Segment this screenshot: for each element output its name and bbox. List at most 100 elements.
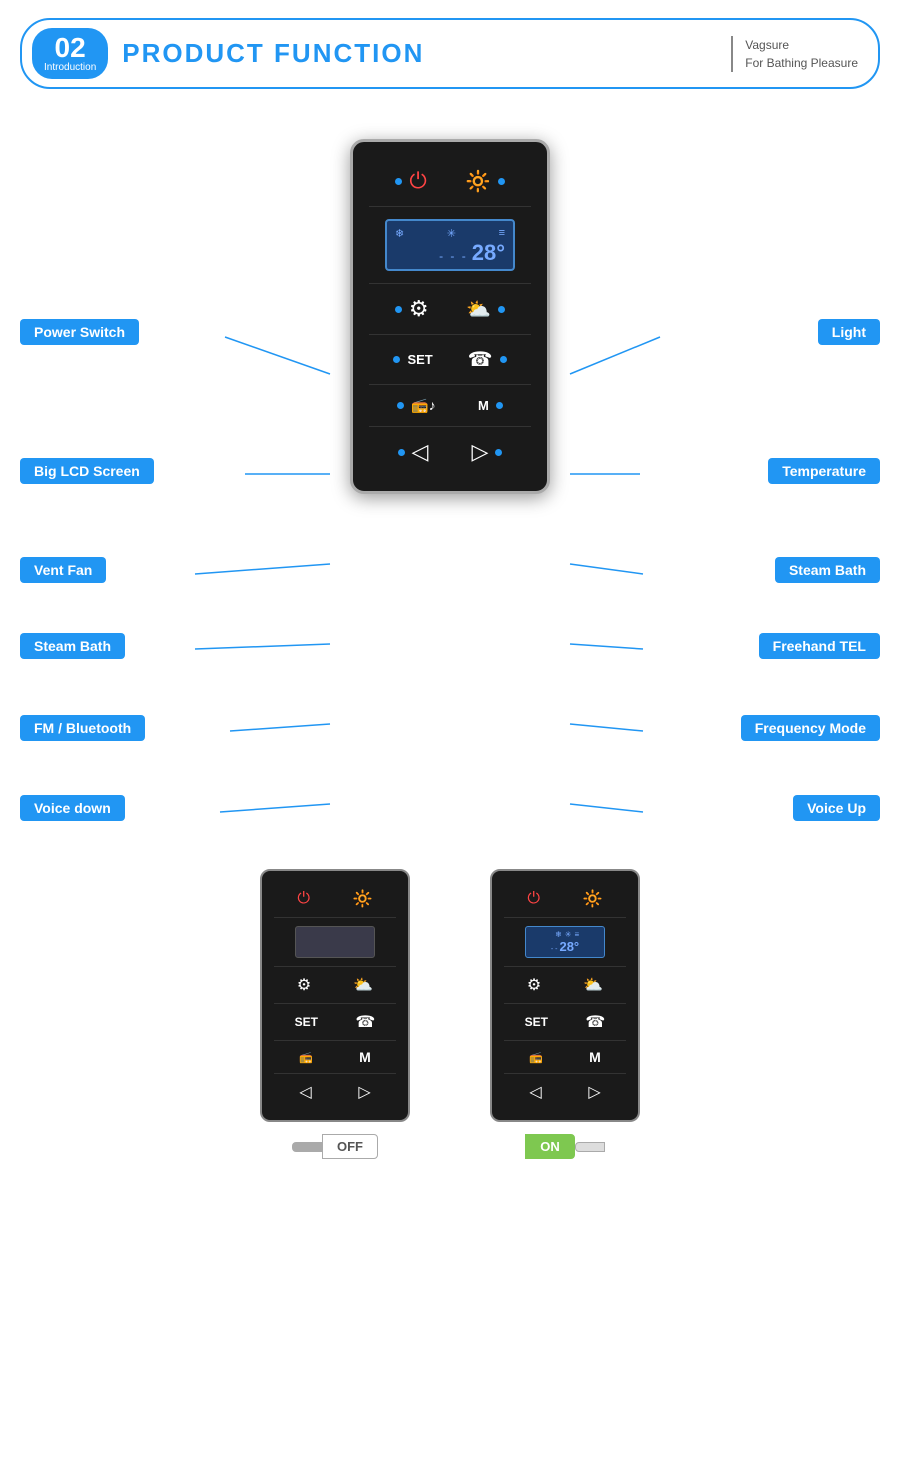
brand-info: Vagsure For Bathing Pleasure xyxy=(731,36,858,72)
mini-lcd-snowflake: ❄ xyxy=(555,930,562,939)
mini-row-fm-m-off: 📻 M xyxy=(274,1041,396,1074)
mini-row-fan-steam-on: ⚙ ⛅ xyxy=(504,967,626,1004)
vol-down-icon-cell: ◁ xyxy=(395,439,429,465)
mini-row-power-light-on: ⏻ 🔆 xyxy=(504,881,626,918)
mini-set-label-on: SET xyxy=(525,1015,548,1029)
tel-dot xyxy=(500,356,507,363)
label-big-lcd-screen: Big LCD Screen xyxy=(20,458,154,484)
steam-dot xyxy=(498,306,505,313)
mini-steam-icon-on: ⛅ xyxy=(583,975,603,995)
toggle-off-state[interactable] xyxy=(292,1142,322,1152)
mini-row-set-tel-off: SET ☎ xyxy=(274,1004,396,1041)
page-header: 02 Introduction PRODUCT FUNCTION Vagsure… xyxy=(20,18,880,89)
label-steam-bath-right: Steam Bath xyxy=(775,557,880,583)
mini-row-fm-m-on: 📻 M xyxy=(504,1041,626,1074)
m-button-cell: M xyxy=(478,398,506,413)
vol-up-icon-cell: ▷ xyxy=(472,439,506,465)
mini-vol-down-off: ◁ xyxy=(299,1082,311,1102)
section-badge: 02 Introduction xyxy=(32,28,108,79)
page-title: PRODUCT FUNCTION xyxy=(122,38,717,69)
fan-dot xyxy=(395,306,402,313)
mini-lcd-on: ❄ ✳ ≡ - - 28° xyxy=(525,926,605,958)
mini-panel-on: ⏻ 🔆 ❄ ✳ ≡ - - 28° xyxy=(490,869,640,1122)
mini-panel-off: ⏻ 🔆 ⚙ ⛅ SET ☎ 📻 M ◁ xyxy=(260,869,410,1122)
mini-light-icon-on: 🔆 xyxy=(583,889,603,909)
device-off-wrap: ⏻ 🔆 ⚙ ⛅ SET ☎ 📻 M ◁ xyxy=(260,869,410,1159)
lcd-display: ❄ ✳ ≡ - - - 28° xyxy=(385,219,515,271)
vol-up-dot xyxy=(495,449,502,456)
m-dot xyxy=(496,402,503,409)
brand-tagline: For Bathing Pleasure xyxy=(745,54,858,72)
mini-row-lcd-on: ❄ ✳ ≡ - - 28° xyxy=(504,918,626,967)
label-power-switch: Power Switch xyxy=(20,319,139,345)
lcd-temperature: 28° xyxy=(472,242,505,264)
light-icon-cell: 🔆 xyxy=(466,169,508,194)
mini-m-label-on: M xyxy=(589,1049,601,1065)
toggle-off-label[interactable]: OFF xyxy=(322,1134,378,1159)
bottom-devices-section: ⏻ 🔆 ⚙ ⛅ SET ☎ 📻 M ◁ xyxy=(0,869,900,1159)
label-steam-bath-left: Steam Bath xyxy=(20,633,125,659)
mini-fm-icon-on: 📻 xyxy=(529,1051,543,1064)
section-number: 02 xyxy=(55,34,86,62)
label-light: Light xyxy=(818,319,880,345)
mini-lcd-lines: ≡ xyxy=(574,930,579,939)
label-freehand-tel: Freehand TEL xyxy=(759,633,880,659)
mini-row-vol-on: ◁ ▷ xyxy=(504,1074,626,1110)
toggle-on-wrap[interactable]: ON xyxy=(525,1134,605,1159)
vol-down-dot xyxy=(398,449,405,456)
mini-steam-icon-off: ⛅ xyxy=(353,975,373,995)
mini-vol-up-off: ▷ xyxy=(358,1082,370,1102)
mini-fm-icon-off: 📻 xyxy=(299,1051,313,1064)
mini-light-icon-off: 🔆 xyxy=(353,889,373,909)
label-voice-down: Voice down xyxy=(20,795,125,821)
volume-down-icon: ◁ xyxy=(412,439,429,465)
mini-power-icon-off: ⏻ xyxy=(297,890,310,908)
set-button-cell: SET xyxy=(390,352,432,367)
mini-vol-up-on: ▷ xyxy=(588,1082,600,1102)
toggle-off-wrap[interactable]: OFF xyxy=(292,1134,378,1159)
label-voice-up: Voice Up xyxy=(793,795,880,821)
panel-row-volume: ◁ ▷ xyxy=(369,427,531,477)
label-vent-fan: Vent Fan xyxy=(20,557,106,583)
mini-m-label-off: M xyxy=(359,1049,371,1065)
set-label: SET xyxy=(407,352,432,367)
fm-bluetooth-icon: 📻♪ xyxy=(411,397,435,414)
set-dot xyxy=(393,356,400,363)
lcd-snowflake-icon: ❄ xyxy=(395,227,404,240)
main-device-panel: ⏻ 🔆 ❄ ✳ ≡ - - - 28° xyxy=(350,139,550,494)
lcd-lines-icon: ≡ xyxy=(499,227,505,240)
section-sub: Introduction xyxy=(44,62,96,73)
toggle-on-label[interactable]: ON xyxy=(525,1134,575,1159)
tel-icon-cell: ☎ xyxy=(468,347,510,372)
toggle-on-state[interactable] xyxy=(575,1142,605,1152)
fm-bluetooth-icon-cell: 📻♪ xyxy=(394,397,435,414)
panel-row-fm-m: 📻♪ M xyxy=(369,385,531,427)
mini-tel-icon-off: ☎ xyxy=(355,1012,375,1032)
brand-name: Vagsure xyxy=(745,36,858,54)
light-icon: 🔆 xyxy=(466,169,491,194)
vent-fan-icon-cell: ⚙ xyxy=(392,296,429,322)
fm-dot xyxy=(397,402,404,409)
mini-fan-icon-off: ⚙ xyxy=(297,975,311,995)
panel-row-power-light: ⏻ 🔆 xyxy=(369,156,531,207)
mini-set-label-off: SET xyxy=(295,1015,318,1029)
mini-power-icon-on: ⏻ xyxy=(527,890,540,908)
light-dot xyxy=(498,178,505,185)
mini-lcd-star: ✳ xyxy=(565,930,572,939)
mini-lcd-off xyxy=(295,926,375,958)
mini-lcd-temp: 28° xyxy=(559,939,579,954)
steam-bath-icon: ⛅ xyxy=(466,297,491,322)
mini-row-set-tel-on: SET ☎ xyxy=(504,1004,626,1041)
power-dot xyxy=(395,178,402,185)
mini-row-vol-off: ◁ ▷ xyxy=(274,1074,396,1110)
panel-row-set-tel: SET ☎ xyxy=(369,335,531,385)
mini-row-fan-steam-off: ⚙ ⛅ xyxy=(274,967,396,1004)
telephone-icon: ☎ xyxy=(468,347,493,372)
label-fm-bluetooth: FM / Bluetooth xyxy=(20,715,145,741)
device-on-wrap: ⏻ 🔆 ❄ ✳ ≡ - - 28° xyxy=(490,869,640,1159)
mini-vol-down-on: ◁ xyxy=(529,1082,541,1102)
diagram-section: Power Switch Big LCD Screen Vent Fan Ste… xyxy=(0,109,900,829)
label-frequency-mode: Frequency Mode xyxy=(741,715,880,741)
power-icon-cell: ⏻ xyxy=(392,168,426,194)
mini-row-power-light-off: ⏻ 🔆 xyxy=(274,881,396,918)
